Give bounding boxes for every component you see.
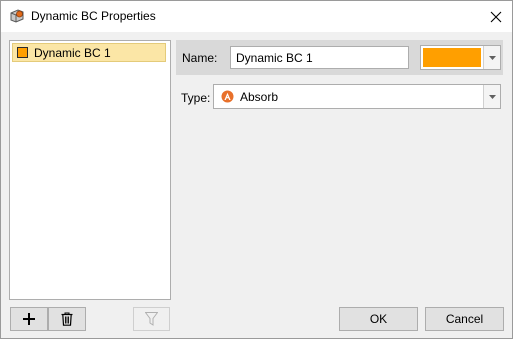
dynamic-bc-icon [10,9,24,23]
add-button[interactable] [10,307,48,331]
name-label: Name: [182,51,218,65]
ok-button[interactable]: OK [339,307,418,331]
list-item-dynamic-bc-1[interactable]: Dynamic BC 1 [12,43,166,62]
dynamic-bc-properties-dialog: Dynamic BC Properties Dynamic BC 1 Name:… [0,0,513,339]
color-picker[interactable] [420,45,501,70]
color-dropdown-arrow[interactable] [483,46,500,69]
bc-list[interactable]: Dynamic BC 1 [9,40,171,300]
color-swatch [17,47,28,58]
type-label: Type: [181,91,211,105]
dialog-title: Dynamic BC Properties [31,9,156,23]
type-value: Absorb [240,90,279,104]
close-icon [490,11,502,22]
type-dropdown-arrow[interactable] [483,85,500,108]
absorb-icon [221,90,234,103]
delete-button[interactable] [48,307,86,331]
color-preview [423,48,481,67]
plus-icon [23,313,35,325]
chevron-down-icon [488,94,496,99]
list-item-label: Dynamic BC 1 [34,46,111,60]
filter-button[interactable] [133,307,170,331]
chevron-down-icon [488,55,496,60]
title-bar: Dynamic BC Properties [1,1,512,32]
name-input[interactable] [230,46,409,69]
trash-icon [61,312,73,326]
filter-icon [145,312,158,326]
close-button[interactable] [480,1,512,32]
name-row: Name: [176,40,503,75]
cancel-button[interactable]: Cancel [425,307,504,331]
type-select[interactable]: Absorb [213,84,501,109]
